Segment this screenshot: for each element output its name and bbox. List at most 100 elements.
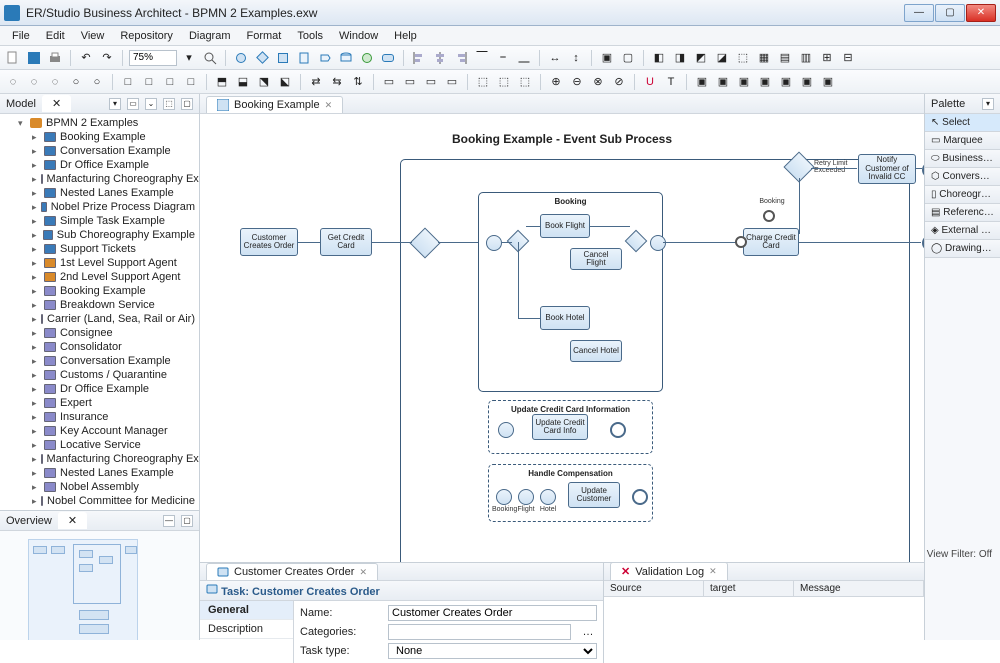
tree-item[interactable]: ▸Manfacturing Choreography Example [28,172,199,186]
tool-icon-l[interactable]: ⬔ [255,73,273,91]
menu-tools[interactable]: Tools [289,28,331,44]
tree-item[interactable]: ▸Consignee [28,326,199,340]
tool-icon-h[interactable]: □ [161,73,179,91]
pane-tool-3-icon[interactable]: ⌄ [145,98,157,110]
palette-select[interactable]: ↖ Select [925,114,1000,132]
pane-tool-4-icon[interactable]: ⬚ [163,98,175,110]
props-tab[interactable]: Customer Creates Order ✕ [206,563,378,580]
align-middle-icon[interactable]: ⎯ [494,49,512,67]
menu-help[interactable]: Help [386,28,425,44]
palette-conv[interactable]: ⬡ Conversation Diagr... [925,168,1000,186]
zoom-input[interactable] [129,50,177,66]
minimize-button[interactable]: — [904,4,934,22]
tree-item[interactable]: ▸Insurance [28,410,199,424]
misc-icon-4[interactable]: ◪ [713,49,731,67]
align-top-icon[interactable]: ⎺ [473,49,491,67]
tool-icon-e[interactable]: ○ [88,73,106,91]
tool-icon-ab[interactable]: U [641,73,659,91]
props-side-general[interactable]: General [200,601,293,620]
props-cat-input[interactable] [388,624,571,640]
booking-start-event[interactable] [486,235,502,251]
close-button[interactable]: ✕ [966,4,996,22]
palette-bpo[interactable]: ⬭ Business Process O... [925,150,1000,168]
tool-icon-y[interactable]: ⊖ [568,73,586,91]
tree-item[interactable]: ▸Breakdown Service [28,298,199,312]
task-charge-credit-card[interactable]: Charge Credit Card [743,228,799,256]
tool-icon-p[interactable]: ⇅ [349,73,367,91]
menu-diagram[interactable]: Diagram [181,28,239,44]
tool-icon-r[interactable]: ▭ [401,73,419,91]
tree-item[interactable]: ▸Consolidator [28,340,199,354]
charge-boundary-event[interactable] [735,236,747,248]
tool-icon-t[interactable]: ▭ [443,73,461,91]
tree-item[interactable]: ▸Locative Service [28,438,199,452]
align-right-icon[interactable] [452,49,470,67]
end-event-notify[interactable] [922,162,924,178]
end-event-main[interactable] [922,235,924,251]
task-update-customer[interactable]: Update Customer [568,482,620,508]
align-left-icon[interactable] [410,49,428,67]
task-cancel-flight[interactable]: Cancel Flight [570,248,622,270]
editor-tab-close-icon[interactable]: ✕ [325,100,333,111]
props-tab-close-icon[interactable]: ✕ [359,567,367,578]
tree-item[interactable]: ▸Conversation Example [28,144,199,158]
tool-icon-g[interactable]: □ [140,73,158,91]
tool-icon-b[interactable]: ◌ [25,73,43,91]
shape-db-icon[interactable] [337,49,355,67]
validation-col-source[interactable]: Source [604,581,704,596]
overview-canvas[interactable] [0,531,199,640]
tree-item[interactable]: ▸Carrier (Land, Sea, Rail or Air) [28,312,199,326]
align-center-icon[interactable] [431,49,449,67]
save-icon[interactable] [25,49,43,67]
maximize-button[interactable]: ▢ [935,4,965,22]
palette-marquee[interactable]: ▭ Marquee [925,132,1000,150]
tool-icon-m[interactable]: ⬕ [276,73,294,91]
validation-col-message[interactable]: Message [794,581,924,596]
task-update-cc-info[interactable]: Update Credit Card Info [532,414,588,440]
tool-icon-z[interactable]: ⊗ [589,73,607,91]
comp-start-booking[interactable] [496,489,512,505]
tool-icon-aj[interactable]: ▣ [819,73,837,91]
ungroup-icon[interactable]: ▢ [619,49,637,67]
menu-edit[interactable]: Edit [38,28,73,44]
tool-icon-x[interactable]: ⊕ [547,73,565,91]
undo-icon[interactable]: ↶ [77,49,95,67]
menu-window[interactable]: Window [331,28,386,44]
tree-root[interactable]: ▾BPMN 2 Examples [14,116,199,130]
menu-file[interactable]: File [4,28,38,44]
misc-icon-2[interactable]: ◨ [671,49,689,67]
misc-icon-8[interactable]: ▥ [797,49,815,67]
misc-icon-1[interactable]: ◧ [650,49,668,67]
validation-body[interactable] [604,597,924,663]
palette-drop-icon[interactable]: ▾ [982,98,994,110]
tool-icon-ah[interactable]: ▣ [777,73,795,91]
misc-icon-9[interactable]: ⊞ [818,49,836,67]
tree-item[interactable]: ▸Booking Example [28,130,199,144]
tree-item[interactable]: ▸Nobel Assembly [28,480,199,494]
task-get-credit-card[interactable]: Get Credit Card [320,228,372,256]
distribute-v-icon[interactable]: ↕ [567,49,585,67]
distribute-h-icon[interactable]: ↔ [546,49,564,67]
editor-tab[interactable]: Booking Example ✕ [206,96,343,113]
tool-icon-n[interactable]: ⇄ [307,73,325,91]
tree-item[interactable]: ▸Nobel Prize Process Diagram [28,200,199,214]
palette-shapes[interactable]: ◯ Drawing Shapes [925,240,1000,258]
zoom-dropdown-icon[interactable]: ▾ [180,49,198,67]
pane-tool-2-icon[interactable]: ▭ [127,98,139,110]
task-book-flight[interactable]: Book Flight [540,214,590,238]
shape-square-icon[interactable] [274,49,292,67]
tool-icon-j[interactable]: ⬒ [213,73,231,91]
tree-item[interactable]: ▸Nested Lanes Example [28,466,199,480]
tool-icon-o[interactable]: ⇆ [328,73,346,91]
validation-col-target[interactable]: target [704,581,794,596]
tree-item[interactable]: ▸Dr Office Example [28,158,199,172]
tree-item[interactable]: ▸Conversation Example [28,354,199,368]
group-icon[interactable]: ▣ [598,49,616,67]
overview-min-icon[interactable]: — [163,515,175,527]
tree-item[interactable]: ▸Expert [28,396,199,410]
booking-end-event[interactable] [650,235,666,251]
menu-format[interactable]: Format [239,28,290,44]
shape-data-icon[interactable] [316,49,334,67]
update-cc-end-event[interactable] [610,422,626,438]
validation-tab[interactable]: ✕ Validation Log ✕ [610,562,728,580]
